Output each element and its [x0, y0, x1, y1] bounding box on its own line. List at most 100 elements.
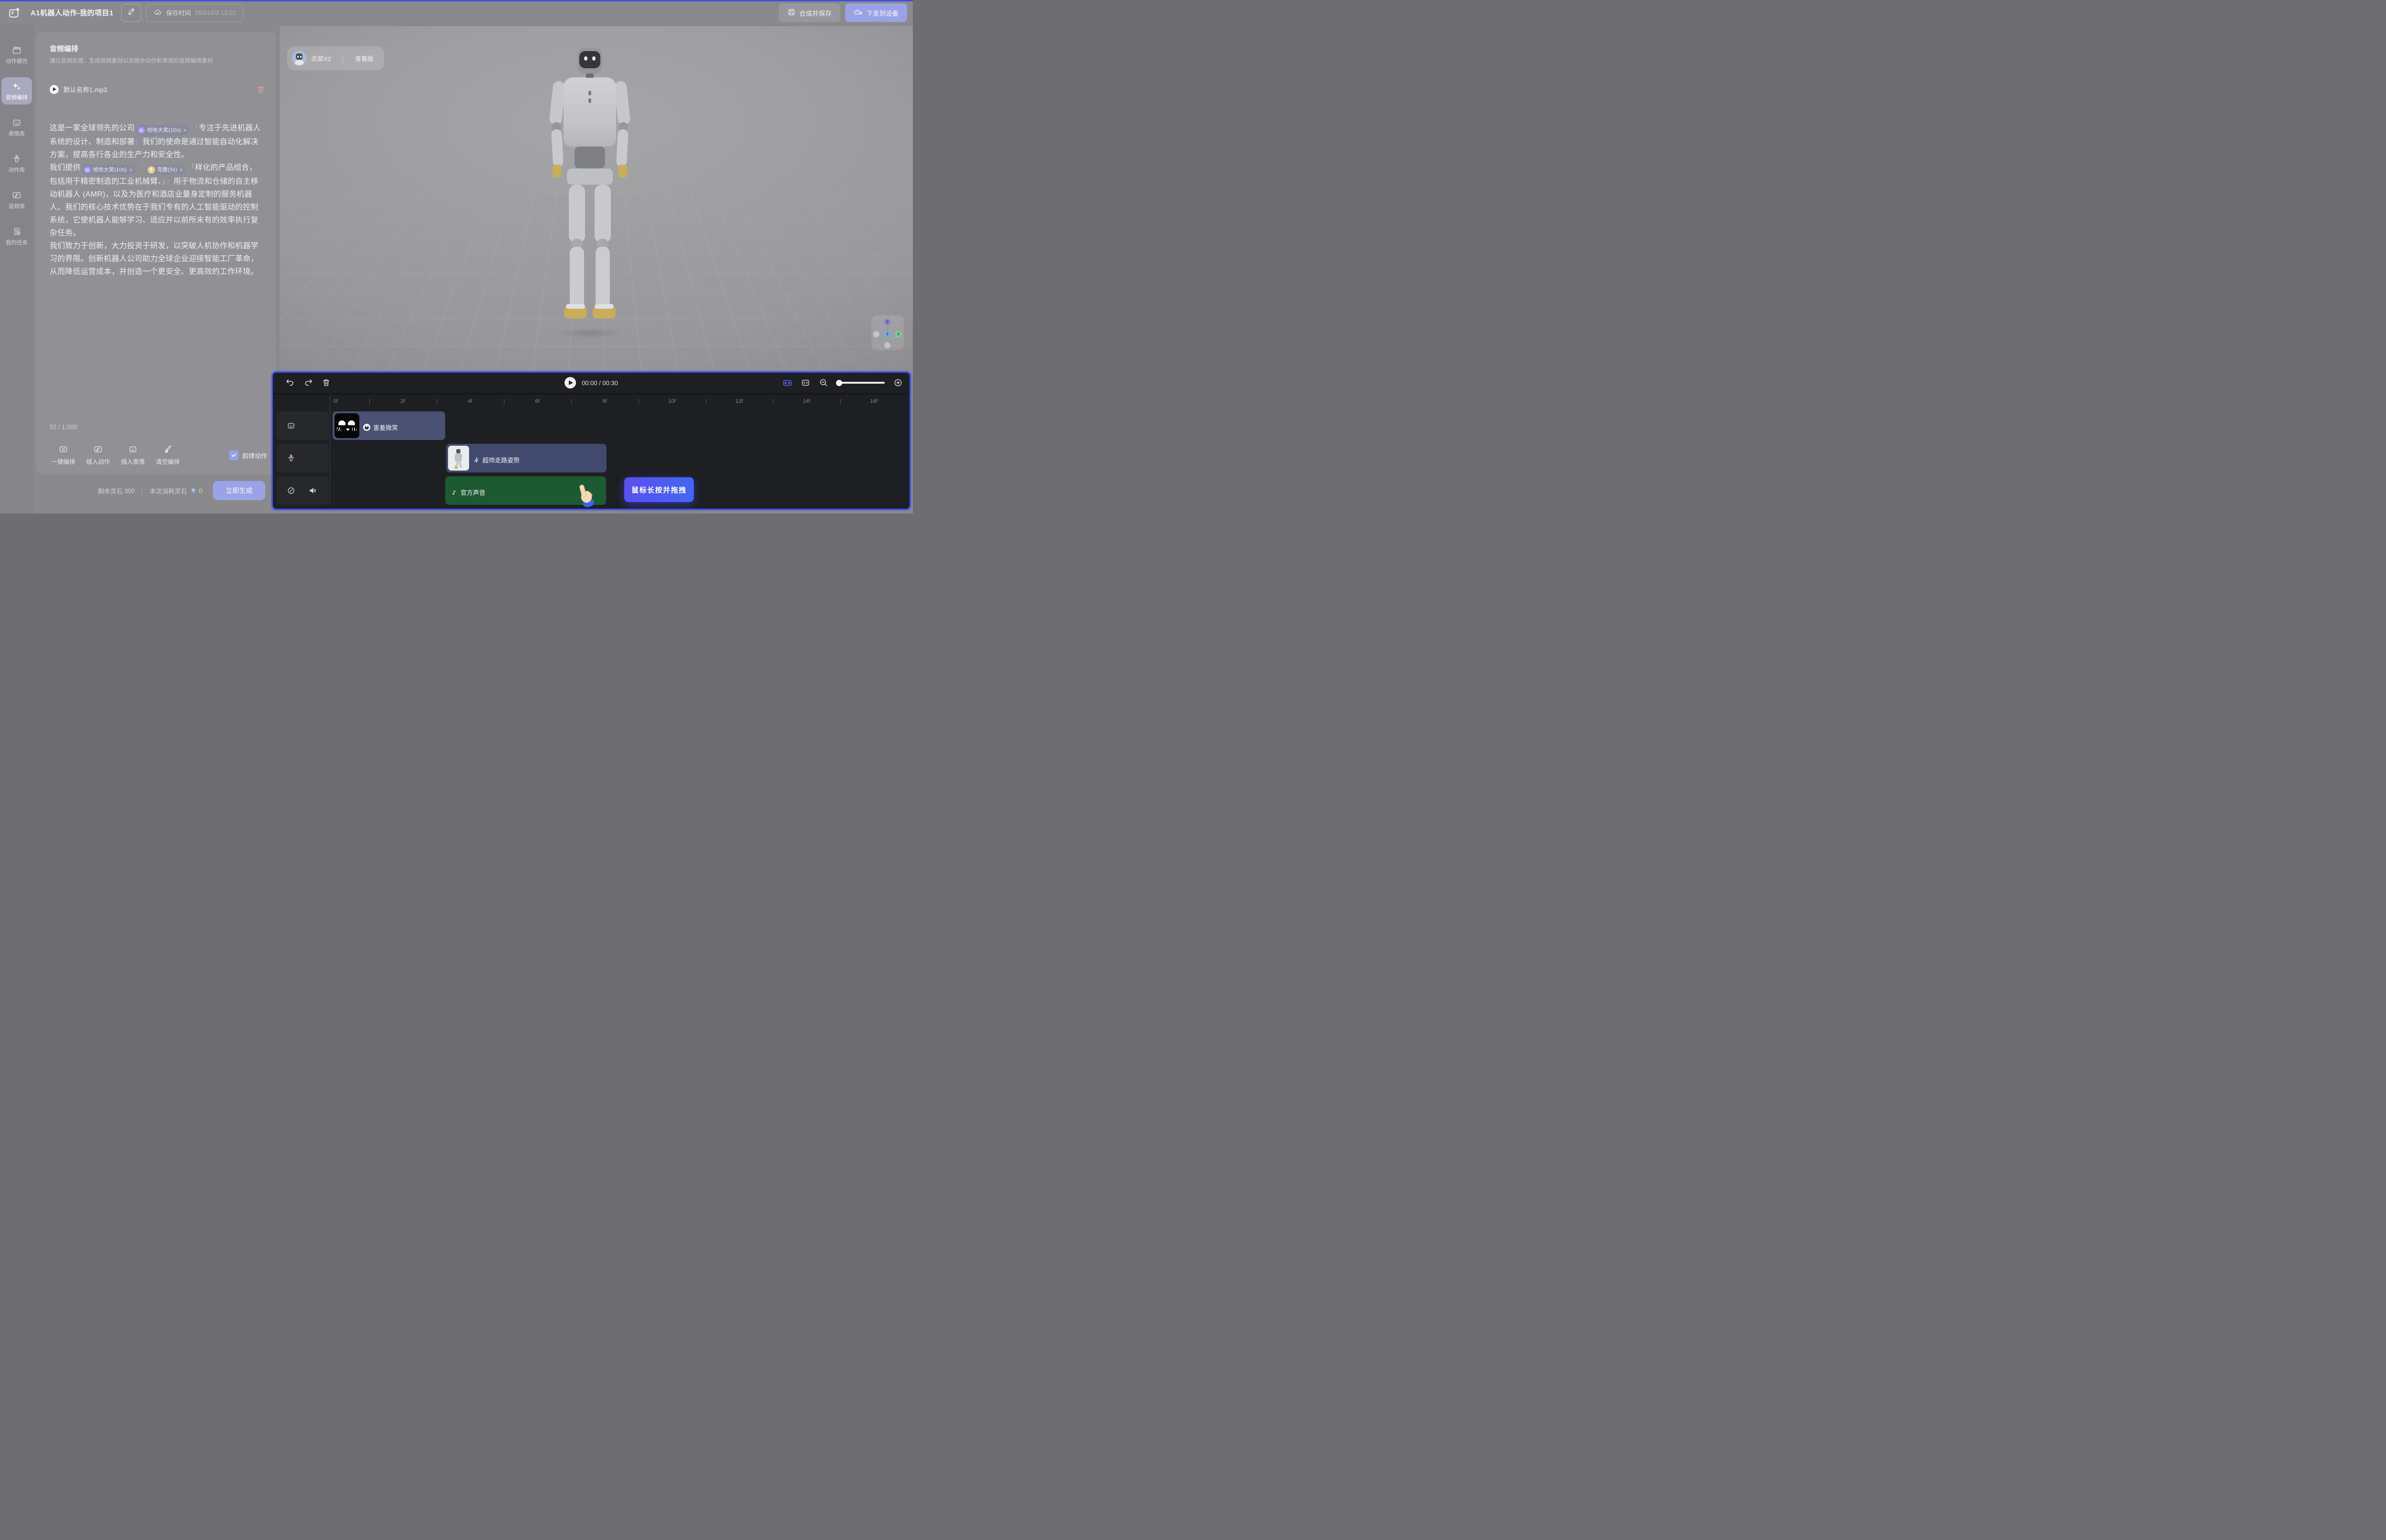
one-key-arrange-button[interactable]: AI 一键编排	[46, 445, 81, 466]
axis-gizmo[interactable]: Z Y X	[871, 315, 904, 350]
audio-play-button[interactable]	[50, 85, 59, 94]
sidebar-item-audio-arrange[interactable]: 音频编排	[1, 77, 32, 105]
timeline-play-button[interactable]	[565, 377, 576, 388]
ruler-label: 0f	[333, 398, 337, 404]
drag-tutorial-tooltip: 鼠标长按并拖拽	[624, 477, 694, 502]
rhythm-label: 韵律动作	[242, 451, 267, 460]
pencil-icon	[127, 7, 136, 18]
redo-button[interactable]	[303, 378, 313, 388]
gizmo-z-axis[interactable]: Z	[884, 319, 890, 325]
script-text: 我们致力于创新，大力投资于研发，以突破人机协作和机器学习的界限。创新机器人公司助…	[50, 242, 258, 276]
insert-action-button[interactable]: 插入动作	[81, 445, 115, 466]
ruler-label: 2f	[400, 398, 405, 404]
gizmo-x-axis[interactable]: X	[895, 331, 901, 337]
ai-icon: AI	[59, 445, 68, 454]
sidebar-item-label: 动作模仿	[6, 57, 28, 65]
undo-icon	[285, 378, 295, 388]
generate-now-button[interactable]: 立即生成	[213, 481, 265, 500]
rhythm-checkbox[interactable]	[229, 450, 239, 460]
save-label: 保存时间	[166, 8, 191, 17]
timeline-ruler[interactable]: 0f2f4f6f8f10f12f14f16f	[330, 395, 906, 409]
sidebar: 动作模仿音频编排表情库动作库音频库我的任务	[0, 24, 33, 513]
expression-tag[interactable]: 哈哈大笑(10s)×	[136, 125, 189, 136]
frame-box-icon	[801, 378, 810, 388]
action-button-label: 一键编排	[51, 457, 75, 466]
face-tag-icon	[137, 126, 145, 134]
action-clip[interactable]: 超帅走路姿势	[446, 444, 607, 472]
action-button-label: 插入动作	[86, 457, 110, 466]
sparkles-icon	[12, 82, 21, 91]
timeline-zoom-slider[interactable]	[837, 382, 885, 384]
grin-emoji-icon	[363, 424, 370, 431]
gizmo-y-axis[interactable]: Y	[884, 331, 890, 337]
zoom-in-button[interactable]	[893, 378, 903, 388]
model-edition: 青春版	[355, 54, 374, 63]
sidebar-item-audio-lib[interactable]: 音频库	[1, 186, 32, 213]
timeline-zoom-controls	[783, 378, 903, 388]
rename-button[interactable]	[121, 4, 141, 22]
delete-clip-button[interactable]	[322, 378, 331, 388]
person-icon	[287, 454, 295, 462]
sidebar-item-label: 我的任务	[6, 239, 28, 246]
ruler-label: 16f	[870, 398, 877, 404]
remaining-gems-value: 300	[125, 487, 135, 494]
trash-icon	[256, 85, 265, 94]
robot-viewport[interactable]: 灵犀X2 ｜ 青春版 Z Y X	[280, 26, 913, 371]
merge-save-button[interactable]: 合成并保存	[779, 3, 840, 22]
action-button-label: 插入表情	[121, 457, 145, 466]
undo-button[interactable]	[285, 378, 295, 388]
expression-clip-label: 害羞微笑	[363, 417, 398, 438]
track-gutter	[276, 411, 329, 509]
ruler-tick	[840, 399, 841, 404]
rhythm-toggle[interactable]: 韵律动作	[229, 450, 267, 460]
speed-icon[interactable]	[287, 486, 295, 495]
expression-track-header[interactable]	[276, 411, 329, 440]
expression-clip[interactable]: 害羞微笑	[333, 411, 445, 440]
slider-thumb[interactable]	[836, 380, 842, 386]
action-tag[interactable]: 弯腰(5s)×	[146, 165, 186, 175]
zoom-out-button[interactable]	[819, 378, 828, 388]
timeline-panel: 00:00 / 00:30 0f2f4f6f8f10f12f14f16f	[272, 371, 911, 510]
tag-close-icon[interactable]: ×	[129, 164, 133, 177]
app-logo-icon[interactable]	[8, 7, 21, 19]
gizmo-neg-z-axis[interactable]	[884, 342, 890, 348]
fit-timeline-button[interactable]	[783, 378, 792, 388]
deploy-to-device-button[interactable]: 下发到设备	[845, 3, 908, 22]
expression-tag[interactable]: 哈哈大笑(10s)×	[82, 165, 136, 175]
panel-title: 音频编排	[50, 43, 78, 53]
ruler-label: 12f	[735, 398, 743, 404]
segment-quote-mark: 」	[166, 178, 173, 186]
sidebar-item-label: 音频库	[9, 202, 25, 210]
tag-label: 弯腰(5s)	[157, 164, 177, 177]
robot-face-icon	[287, 421, 295, 430]
cost-gems-value: 0	[199, 487, 202, 494]
save-time: 26/01/03 12:01	[195, 9, 236, 16]
segment-quote-mark: 」	[135, 138, 142, 146]
script-editor[interactable]: 这是一家全球领先的公司哈哈大笑(10s)×「专注于先进机器人系统的设计、制造和部…	[50, 122, 262, 278]
app-window: A1机器人动作-我的项目1 保存时间 26/01/03 12:01 合成并保存 …	[0, 0, 913, 513]
tag-close-icon[interactable]: ×	[183, 124, 187, 137]
action-clip-label: 超帅走路姿势	[473, 449, 520, 471]
tag-label: 哈哈大笑(10s)	[93, 164, 127, 177]
topbar-actions: 合成并保存 下发到设备	[779, 3, 907, 22]
insert-expression-button[interactable]: 插入表情	[115, 445, 150, 466]
sidebar-item-my-tasks[interactable]: 我的任务	[1, 222, 32, 250]
zoom-out-icon	[819, 378, 828, 388]
sidebar-item-motion-mimic[interactable]: 动作模仿	[1, 41, 32, 68]
redo-icon	[303, 378, 313, 388]
frame-view-button[interactable]	[801, 378, 810, 388]
gizmo-neg-x-axis[interactable]	[873, 331, 879, 337]
tag-close-icon[interactable]: ×	[179, 164, 183, 177]
ruler-tick	[638, 399, 639, 404]
sidebar-item-expression-lib[interactable]: 表情库	[1, 114, 32, 141]
sidebar-item-action-lib[interactable]: 动作库	[1, 150, 32, 177]
model-badge: 灵犀X2 ｜ 青春版	[287, 46, 384, 70]
editor-actions-row: AI 一键编排 插入动作 插入表情清空编排 韵律动作	[46, 441, 267, 469]
clear-arrange-button[interactable]: 清空编排	[150, 445, 185, 466]
delete-audio-button[interactable]	[256, 85, 265, 94]
check-icon	[231, 452, 237, 458]
action-track-header[interactable]	[276, 444, 329, 472]
tag-label: 哈哈大笑(10s)	[147, 124, 181, 137]
speaker-icon[interactable]	[309, 486, 317, 495]
zoom-in-icon	[893, 378, 903, 388]
